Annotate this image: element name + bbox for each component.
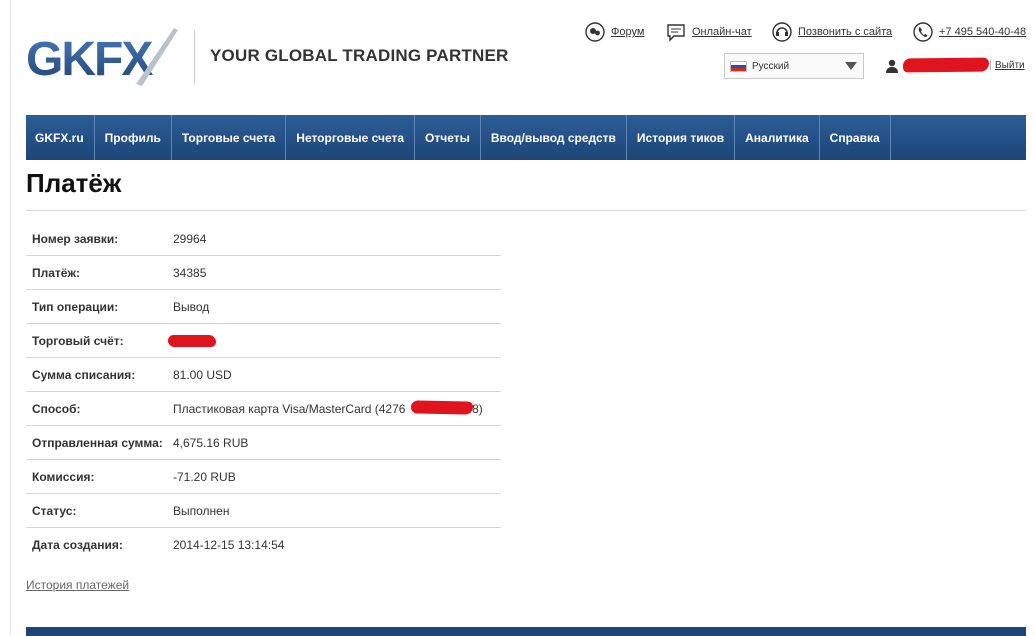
page-title: Платёж <box>26 168 122 198</box>
detail-label: Дата создания: <box>32 538 123 552</box>
headset-icon <box>772 22 792 42</box>
detail-row: Сумма списания: 81.00 USD <box>26 358 501 392</box>
detail-row: Тип операции: Вывод <box>26 290 501 324</box>
detail-value: -71.20 RUB <box>173 469 236 484</box>
forum-label: Форум <box>611 26 645 38</box>
payment-history-link[interactable]: История платежей <box>26 578 129 592</box>
detail-row: Способ: Пластиковая карта Visa/MasterCar… <box>26 392 501 426</box>
detail-label: Сумма списания: <box>32 367 136 382</box>
redacted-account-number <box>168 335 216 347</box>
gkfx-logo[interactable]: GKFX <box>26 26 178 88</box>
detail-value: 81.00 USD <box>173 367 232 382</box>
svg-text:GKFX: GKFX <box>26 33 153 86</box>
russia-flag-icon <box>730 60 747 72</box>
detail-label: Способ: <box>32 401 81 416</box>
detail-row: Статус: Выполнен <box>26 494 501 528</box>
detail-label: Платёж: <box>32 265 80 280</box>
language-selected: Русский <box>752 60 790 72</box>
nav-analytics[interactable]: Аналитика <box>735 115 820 160</box>
detail-row: Комиссия: -71.20 RUB <box>26 460 501 494</box>
detail-row: Торговый счёт: <box>26 324 501 358</box>
detail-row: Дата создания: 2014-12-15 13:14:54 <box>26 528 501 562</box>
phone-number: +7 495 540-40-48 <box>939 26 1027 38</box>
forum-link[interactable]: Форум <box>585 22 644 42</box>
nav-deposit-withdraw[interactable]: Ввод/вывод средств <box>481 115 627 160</box>
nav-non-trading-accounts[interactable]: Неторговые счета <box>286 115 416 160</box>
payment-details: Номер заявки: 29964 Платёж: 34385 Тип оп… <box>26 222 501 562</box>
call-from-site-label: Позвонить с сайта <box>798 26 893 38</box>
nav-tick-history[interactable]: История тиков <box>627 115 736 160</box>
tagline: YOUR GLOBAL TRADING PARTNER <box>210 46 509 65</box>
detail-row: Платёж: 34385 <box>26 256 501 290</box>
detail-label: Номер заявки: <box>32 231 119 246</box>
page-left-border <box>10 0 11 636</box>
logout-separator: | <box>989 60 992 71</box>
user-icon <box>886 59 898 73</box>
phone-icon <box>913 22 933 42</box>
chevron-down-icon <box>845 62 857 70</box>
detail-value: 34385 <box>173 265 207 280</box>
main-nav: GKFX.ru Профиль Торговые счета Неторговы… <box>26 115 1026 160</box>
detail-value: 2014-12-15 13:14:54 <box>173 538 285 552</box>
footer-bar <box>26 627 1026 636</box>
nav-reports[interactable]: Отчеты <box>415 115 481 160</box>
redacted-card-number <box>410 400 474 415</box>
detail-value: Вывод <box>173 299 210 314</box>
detail-label: Отправленная сумма: <box>32 435 163 450</box>
language-select[interactable]: Русский <box>724 53 864 79</box>
online-chat-link[interactable]: Онлайн-чат <box>666 22 752 42</box>
logout-link[interactable]: Выйти <box>995 60 1025 71</box>
detail-label: Тип операции: <box>32 299 119 314</box>
detail-label: Статус: <box>32 503 77 518</box>
nav-gkfx-ru[interactable]: GKFX.ru <box>26 115 95 160</box>
detail-value: Выполнен <box>173 503 230 518</box>
detail-value: 4,675.16 RUB <box>173 435 249 450</box>
title-divider <box>26 210 1026 211</box>
call-from-site-link[interactable]: Позвонить с сайта <box>772 22 892 42</box>
detail-value: 29964 <box>173 231 207 246</box>
forum-icon <box>585 22 605 42</box>
nav-profile[interactable]: Профиль <box>95 115 172 160</box>
detail-row: Номер заявки: 29964 <box>26 222 501 256</box>
online-chat-label: Онлайн-чат <box>692 26 752 38</box>
detail-row: Отправленная сумма: 4,675.16 RUB <box>26 426 501 460</box>
chat-icon <box>666 22 686 42</box>
detail-label: Комиссия: <box>32 469 95 484</box>
nav-trading-accounts[interactable]: Торговые счета <box>172 115 287 160</box>
phone-link[interactable]: +7 495 540-40-48 <box>913 22 1026 42</box>
nav-help[interactable]: Справка <box>820 115 891 160</box>
detail-label: Торговый счёт: <box>32 333 124 348</box>
logo-divider <box>194 30 195 84</box>
redacted-username <box>902 57 990 73</box>
